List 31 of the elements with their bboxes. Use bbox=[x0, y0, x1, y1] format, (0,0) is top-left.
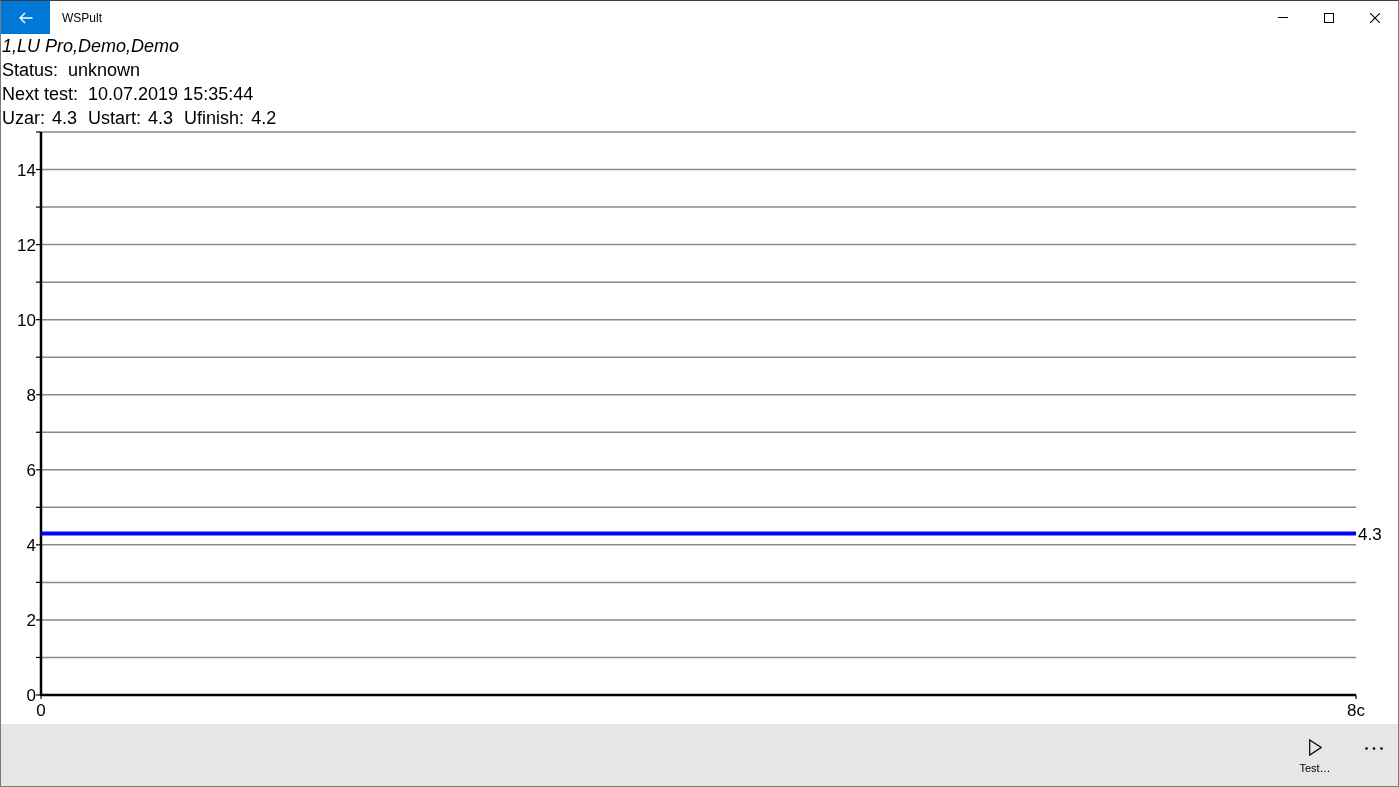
y-tick-label: 4 bbox=[26, 535, 36, 555]
back-button[interactable] bbox=[1, 1, 50, 34]
field-label: Next test: bbox=[2, 83, 79, 106]
y-tick-label: 2 bbox=[26, 610, 36, 630]
y-tick-label: 12 bbox=[17, 235, 36, 255]
back-arrow-icon bbox=[18, 11, 33, 24]
voltage-value: 4.2 bbox=[251, 107, 277, 130]
window-title: WSPult bbox=[62, 10, 102, 25]
y-tick-label: 14 bbox=[17, 160, 36, 180]
more-icon bbox=[1364, 746, 1383, 750]
y-tick-label: 10 bbox=[17, 310, 36, 330]
maximize-icon bbox=[1324, 12, 1334, 23]
y-tick-label: 6 bbox=[26, 460, 36, 480]
y-tick-label: 8 bbox=[26, 385, 36, 405]
value-label: 4.3 bbox=[1358, 524, 1382, 544]
y-tick-label: 0 bbox=[26, 686, 36, 705]
play-icon bbox=[1308, 739, 1322, 756]
minimize-icon bbox=[1278, 17, 1288, 18]
device-name: 1,LU Pro,Demo,Demo bbox=[2, 35, 180, 58]
voltage-value: 4.3 bbox=[52, 107, 78, 130]
close-icon bbox=[1370, 12, 1380, 23]
voltage-label: Uzar: bbox=[2, 107, 45, 130]
voltage-value: 4.3 bbox=[148, 107, 174, 130]
voltage-label: Ustart: bbox=[88, 107, 142, 130]
voltage-label: Ufinish: bbox=[184, 107, 245, 130]
x-tick-label: 8c bbox=[1347, 701, 1365, 720]
x-tick-label: 0 bbox=[36, 701, 46, 720]
field-value: 10.07.2019 15:35:44 bbox=[88, 83, 254, 106]
field-label: Status: bbox=[2, 59, 59, 82]
field-value: unknown bbox=[68, 59, 141, 82]
test-button[interactable]: Test… bbox=[1281, 724, 1349, 784]
